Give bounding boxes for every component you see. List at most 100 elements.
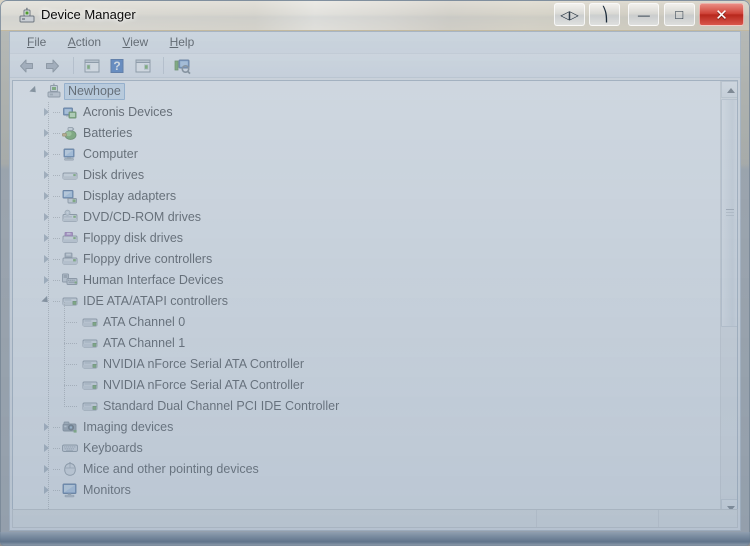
menu-item-help[interactable]: Help <box>161 32 204 52</box>
status-pane-2 <box>536 510 658 527</box>
tree-item[interactable]: ATA Channel 1 <box>13 333 721 354</box>
tree-item[interactable]: Keyboards <box>13 438 721 459</box>
properties-icon <box>135 59 151 73</box>
window-bottom-edge <box>0 532 750 546</box>
tree-item-label: IDE ATA/ATAPI controllers <box>83 294 228 308</box>
tree-item-label: Computer <box>83 147 138 161</box>
menu-bar: File Action View Help <box>10 32 740 54</box>
tree-item[interactable]: Disk drives <box>13 165 721 186</box>
tree-guide-line <box>53 259 61 260</box>
hid-icon <box>61 272 79 289</box>
toolbar-separator-2 <box>163 57 165 74</box>
window-controls: ◁▷ ⎞ — □ ✕ <box>553 3 744 28</box>
floppy-controller-icon <box>62 252 78 265</box>
status-pane-3 <box>658 510 737 527</box>
tree-item[interactable]: DVD/CD-ROM drives <box>13 207 721 228</box>
acronis-device-icon <box>63 107 77 119</box>
display-adapter-icon <box>61 188 79 205</box>
minimize-label: — <box>637 7 650 22</box>
help-button[interactable]: ? <box>107 56 129 76</box>
tree-item[interactable]: Floppy disk drives <box>13 228 721 249</box>
tree-item[interactable]: ATA Channel 0 <box>13 312 721 333</box>
scan-hardware-changes-button[interactable] <box>172 56 194 76</box>
imaging-device-icon <box>61 419 79 436</box>
properties-button[interactable] <box>133 56 155 76</box>
ata-channel-icon <box>82 318 98 327</box>
menu-help-accel: H <box>169 35 179 49</box>
tree-item[interactable]: Standard Dual Channel PCI IDE Controller <box>13 396 721 417</box>
forward-button[interactable] <box>42 56 64 76</box>
dvd-drive-icon <box>62 209 78 222</box>
tree-item-label: Floppy drive controllers <box>83 252 213 266</box>
navigation-toggle-label: ◁▷ <box>560 7 579 22</box>
menu-action-accel: A <box>67 35 76 49</box>
disk-drive-icon <box>61 167 79 184</box>
menu-view-rest: iew <box>130 35 149 49</box>
ata-channel-icon <box>81 335 99 352</box>
navigation-toggle-button[interactable]: ◁▷ <box>553 3 585 26</box>
tree-item[interactable]: Display adapters <box>13 186 721 207</box>
tree-item[interactable]: Imaging devices <box>13 417 721 438</box>
tree-guide-line <box>64 302 65 407</box>
tree-item[interactable]: NVIDIA nForce Serial ATA Controller <box>13 354 721 375</box>
tree-guide-line <box>53 175 61 176</box>
scrollbar-thumb[interactable] <box>721 99 737 327</box>
keyboard-icon <box>62 444 78 452</box>
tree-item[interactable]: Mice and other pointing devices <box>13 459 721 480</box>
tree-item-label: Newhope <box>64 83 125 100</box>
menu-file-rest: ile <box>34 35 47 49</box>
back-button[interactable] <box>17 56 39 76</box>
computer-node-icon <box>47 83 61 98</box>
menu-help-rest: elp <box>178 35 195 49</box>
tree-item-label: Acronis Devices <box>83 105 173 119</box>
acronis-device-icon <box>61 104 79 121</box>
show-hide-console-tree-button[interactable] <box>82 56 104 76</box>
menu-item-action[interactable]: Action <box>59 32 110 52</box>
tree-item[interactable]: Monitors <box>13 480 721 501</box>
device-tree[interactable]: Newhope Acronis Devices Batteries Computer D… <box>13 81 721 516</box>
tree-item[interactable]: NVIDIA nForce Serial ATA Controller <box>13 375 721 396</box>
computer-icon <box>61 146 79 163</box>
close-button[interactable]: ✕ <box>699 3 744 26</box>
tree-item-label: NVIDIA nForce Serial ATA Controller <box>103 357 305 371</box>
tree-item-label: Disk drives <box>83 168 145 182</box>
tree-vertical-scrollbar[interactable] <box>720 81 737 516</box>
tree-root-node[interactable]: Newhope <box>13 81 721 102</box>
back-arrow-icon <box>20 59 33 73</box>
maximize-button[interactable]: □ <box>663 3 695 26</box>
tree-item[interactable]: Batteries <box>13 123 721 144</box>
computer-node-icon <box>45 83 63 100</box>
battery-icon <box>62 127 77 140</box>
tree-item[interactable]: Computer <box>13 144 721 165</box>
triangle-glyph <box>41 295 51 306</box>
expand-triangle-open-icon[interactable] <box>29 81 43 102</box>
menu-item-file[interactable]: File <box>18 32 55 52</box>
tree-item[interactable]: IDE ATA/ATAPI controllers <box>13 291 721 312</box>
tree-guide-line <box>64 406 78 407</box>
scan-hardware-icon <box>175 59 192 75</box>
scroll-up-arrow-icon <box>727 88 735 93</box>
mouse-icon <box>64 462 76 476</box>
tree-item[interactable]: Floppy drive controllers <box>13 249 721 270</box>
client-area: File Action View Help ? Newhope Acronis … <box>9 31 741 531</box>
tree-guide-line <box>53 154 61 155</box>
menu-item-view[interactable]: View <box>113 32 157 52</box>
tree-item[interactable]: Human Interface Devices <box>13 270 721 291</box>
tree-item-label: Batteries <box>83 126 133 140</box>
tree-guide-line <box>53 133 61 134</box>
floppy-disk-icon <box>62 232 78 243</box>
status-bar <box>12 509 738 528</box>
tree-guide-line <box>64 385 78 386</box>
tree-item[interactable]: Acronis Devices <box>13 102 721 123</box>
device-manager-icon <box>19 7 35 23</box>
shade-window-button[interactable]: ⎞ <box>589 3 621 26</box>
scroll-up-button[interactable] <box>721 81 737 98</box>
title-bar[interactable]: Device Manager ◁▷ ⎞ — □ ✕ <box>0 0 750 30</box>
shade-window-label: ⎞ <box>601 6 609 22</box>
tree-guide-line <box>53 301 61 302</box>
minimize-button[interactable]: — <box>628 3 660 26</box>
tree-item-label: ATA Channel 1 <box>103 336 186 350</box>
menu-action-rest: ction <box>75 35 102 49</box>
ata-channel-icon <box>82 360 98 369</box>
tree-guide-line <box>64 364 78 365</box>
